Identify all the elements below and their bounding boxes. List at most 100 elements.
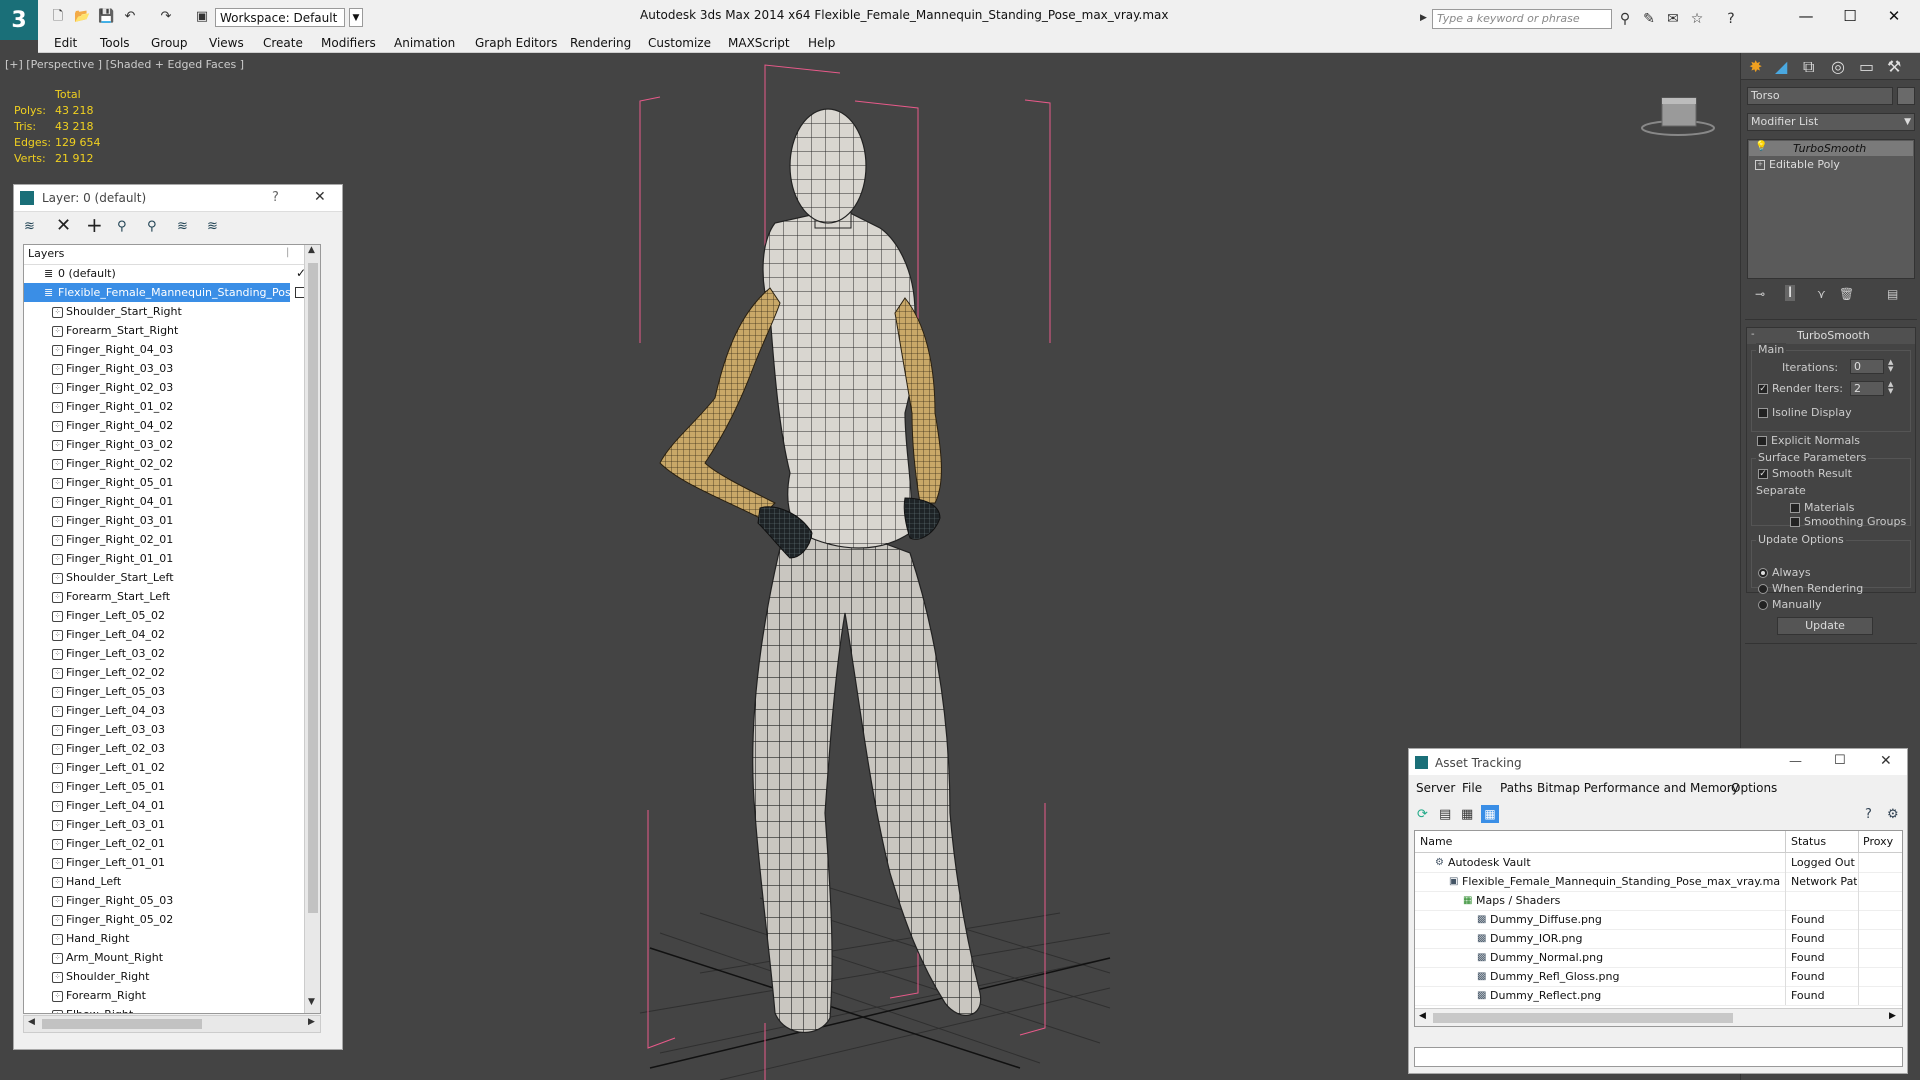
layer-row-selected[interactable]: ≣ Flexible_Female_Mannequin_Standing_Pos… bbox=[24, 283, 320, 302]
layer-dialog-titlebar[interactable]: Layer: 0 (default) ? ✕ bbox=[14, 185, 342, 212]
layer-object-row[interactable]: ⁘ Forearm_Right bbox=[24, 986, 320, 1005]
minimize-button[interactable]: — bbox=[1786, 4, 1826, 28]
layer-list[interactable]: Layers | ≣ 0 (default) ✓ ≣ Flexible_Fema… bbox=[23, 244, 321, 1014]
viewport-label[interactable]: [+] [Perspective ] [Shaded + Edged Faces… bbox=[5, 58, 244, 71]
create-tab-icon[interactable]: ✸ bbox=[1749, 57, 1762, 76]
refresh-icon[interactable]: ⟳ bbox=[1417, 807, 1428, 822]
search-expand-icon[interactable]: ▶ bbox=[1420, 13, 1427, 23]
thumbnail-view-icon[interactable]: ▦ bbox=[1461, 807, 1473, 822]
create-layer-icon[interactable]: ≋ bbox=[24, 219, 42, 235]
update-always-radio[interactable] bbox=[1758, 568, 1768, 578]
menu-group[interactable]: Group bbox=[151, 35, 188, 51]
menu-help[interactable]: Help bbox=[808, 35, 835, 51]
layer-object-row[interactable]: ⁘ Finger_Left_02_03 bbox=[24, 739, 320, 758]
menu-animation[interactable]: Animation bbox=[394, 35, 455, 51]
close-button[interactable]: ✕ bbox=[314, 189, 326, 205]
layer-object-row[interactable]: ⁘ Finger_Left_02_01 bbox=[24, 834, 320, 853]
scroll-right-icon[interactable]: ▶ bbox=[1889, 1011, 1896, 1021]
select-in-layer-icon[interactable]: ⚲ bbox=[117, 219, 135, 235]
update-button[interactable]: Update bbox=[1777, 617, 1873, 635]
chevron-down-icon[interactable]: ▼ bbox=[349, 8, 363, 27]
layer-object-row[interactable]: ⁘ Finger_Right_02_02 bbox=[24, 454, 320, 473]
asset-row[interactable]: ▣ Flexible_Female_Mannequin_Standing_Pose… bbox=[1415, 872, 1902, 892]
display-tab-icon[interactable]: ▭ bbox=[1859, 57, 1874, 76]
object-color-swatch[interactable] bbox=[1897, 87, 1915, 105]
asset-row[interactable]: ⚙ Autodesk Vault Logged Out ... bbox=[1415, 853, 1902, 873]
asset-dialog-titlebar[interactable]: Asset Tracking — ☐ ✕ bbox=[1409, 749, 1907, 775]
minimize-button[interactable]: — bbox=[1789, 754, 1802, 769]
open-file-icon[interactable]: 📂 bbox=[74, 9, 90, 25]
scroll-right-icon[interactable]: ▶ bbox=[308, 1017, 315, 1027]
utilities-tab-icon[interactable]: ⚒ bbox=[1887, 57, 1901, 76]
layer-object-row[interactable]: ⁘ Forearm_Start_Right bbox=[24, 321, 320, 340]
menu-views[interactable]: Views bbox=[209, 35, 244, 51]
column-header-proxy[interactable]: Proxy bbox=[1863, 835, 1893, 848]
materials-checkbox[interactable] bbox=[1790, 503, 1800, 513]
asset-row[interactable]: ▦ Maps / Shaders bbox=[1415, 891, 1902, 911]
menu-modifiers[interactable]: Modifiers bbox=[321, 35, 376, 51]
object-name-field[interactable]: Torso bbox=[1747, 87, 1893, 105]
undo-icon[interactable]: ↶ bbox=[122, 9, 138, 25]
layer-object-row[interactable]: ⁘ Finger_Left_01_02 bbox=[24, 758, 320, 777]
expand-plus-icon[interactable]: + bbox=[1755, 160, 1765, 170]
render-iters-spinner[interactable]: 2 bbox=[1850, 381, 1884, 396]
menu-tools[interactable]: Tools bbox=[100, 35, 130, 51]
scroll-left-icon[interactable]: ◀ bbox=[28, 1017, 35, 1027]
layer-object-row[interactable]: ⁘ Finger_Right_04_03 bbox=[24, 340, 320, 359]
layer-object-row[interactable]: ⁘ Finger_Right_04_02 bbox=[24, 416, 320, 435]
scroll-up-icon[interactable]: ▲ bbox=[308, 245, 315, 255]
column-header-name[interactable]: Name bbox=[1420, 835, 1452, 848]
app-logo-icon[interactable]: 3 bbox=[0, 0, 38, 40]
asset-path-field[interactable] bbox=[1414, 1047, 1903, 1067]
redo-icon[interactable]: ↷ bbox=[158, 9, 174, 25]
asset-settings-icon[interactable]: ⚙ bbox=[1887, 807, 1899, 822]
close-button[interactable]: ✕ bbox=[1874, 4, 1914, 28]
layer-object-row[interactable]: ⁘ Shoulder_Right bbox=[24, 967, 320, 986]
layer-object-row[interactable]: ⁘ Shoulder_Start_Right bbox=[24, 302, 320, 321]
scroll-down-icon[interactable]: ▼ bbox=[308, 997, 315, 1007]
viewcube-icon[interactable] bbox=[1640, 88, 1720, 143]
layer-object-row[interactable]: ⁘ Finger_Left_03_02 bbox=[24, 644, 320, 663]
pin-stack-icon[interactable]: ⊸ bbox=[1755, 287, 1765, 301]
menu-edit[interactable]: Edit bbox=[54, 35, 77, 51]
menu-create[interactable]: Create bbox=[263, 35, 303, 51]
hide-all-layers-icon[interactable]: ≋ bbox=[177, 219, 195, 235]
rollout-header[interactable]: - TurboSmooth bbox=[1747, 328, 1915, 344]
asset-row[interactable]: ▩ Dummy_Refl_Gloss.png Found bbox=[1415, 967, 1902, 987]
layers-column-header[interactable]: Layers bbox=[28, 247, 64, 260]
layer-object-row[interactable]: ⁘ Finger_Right_02_03 bbox=[24, 378, 320, 397]
layer-object-row[interactable]: ⁘ Finger_Right_03_02 bbox=[24, 435, 320, 454]
asset-row[interactable]: ▩ Dummy_Normal.png Found bbox=[1415, 948, 1902, 968]
menu-rendering[interactable]: Rendering bbox=[570, 35, 631, 51]
close-button[interactable]: ✕ bbox=[1880, 753, 1892, 769]
remove-modifier-icon[interactable]: 🗑 bbox=[1839, 287, 1854, 301]
communication-icon[interactable]: ✉ bbox=[1664, 11, 1682, 27]
light-bulb-icon[interactable]: 💡 bbox=[1755, 141, 1767, 152]
layer-object-row[interactable]: ⁘ Finger_Right_03_03 bbox=[24, 359, 320, 378]
update-when-rendering-radio[interactable] bbox=[1758, 584, 1768, 594]
new-file-icon[interactable]: 🗋 bbox=[50, 9, 66, 25]
asset-row[interactable]: ▩ Dummy_Diffuse.png Found bbox=[1415, 910, 1902, 930]
layer-object-row[interactable]: ⁘Elbow_Right bbox=[24, 1005, 320, 1013]
make-unique-icon[interactable]: ⋎ bbox=[1817, 287, 1826, 301]
layer-object-row[interactable]: ⁘ Finger_Left_02_02 bbox=[24, 663, 320, 682]
menu-maxscript[interactable]: MAXScript bbox=[728, 35, 790, 51]
layer-object-row[interactable]: ⁘ Finger_Right_05_03 bbox=[24, 891, 320, 910]
isoline-display-checkbox[interactable] bbox=[1758, 408, 1768, 418]
layer-object-row[interactable]: ⁘ Finger_Right_03_01 bbox=[24, 511, 320, 530]
binoculars-icon[interactable]: ⚲ bbox=[1616, 11, 1634, 27]
layer-object-row[interactable]: ⁘ Finger_Right_05_01 bbox=[24, 473, 320, 492]
asset-row[interactable]: ▩ Dummy_IOR.png Found bbox=[1415, 929, 1902, 949]
workspace-dropdown[interactable]: Workspace: Default bbox=[215, 8, 345, 27]
motion-tab-icon[interactable]: ◎ bbox=[1831, 57, 1845, 76]
layer-object-row[interactable]: ⁘ Finger_Left_04_01 bbox=[24, 796, 320, 815]
explicit-normals-checkbox[interactable] bbox=[1757, 436, 1767, 446]
layer-object-row[interactable]: ⁘ Finger_Right_02_01 bbox=[24, 530, 320, 549]
modifier-stack-item-turbosmooth[interactable]: 💡 TurboSmooth bbox=[1749, 141, 1913, 156]
layer-object-row[interactable]: ⁘ Finger_Right_01_02 bbox=[24, 397, 320, 416]
smoothing-groups-checkbox[interactable] bbox=[1790, 517, 1800, 527]
hierarchy-tab-icon[interactable]: ⧉ bbox=[1803, 57, 1814, 77]
help-icon[interactable]: ? bbox=[1722, 11, 1740, 27]
maximize-button[interactable]: ☐ bbox=[1830, 4, 1870, 28]
layer-object-row[interactable]: ⁘ Finger_Left_05_01 bbox=[24, 777, 320, 796]
